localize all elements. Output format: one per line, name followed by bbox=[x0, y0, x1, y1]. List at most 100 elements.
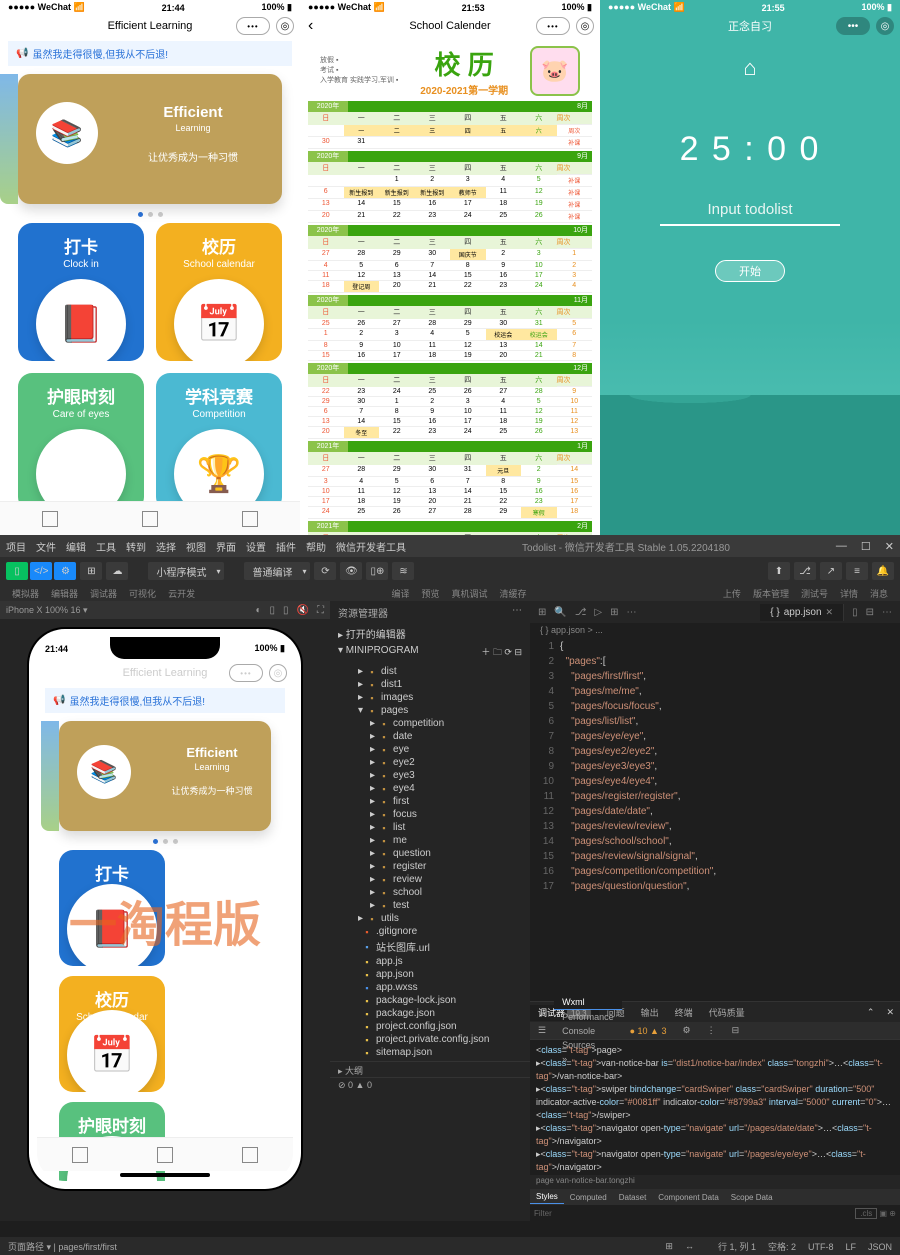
close-icon[interactable]: ✕ bbox=[826, 607, 834, 618]
tree-node[interactable]: ▪app.js bbox=[330, 955, 530, 968]
tree-node[interactable]: ▸▪dist bbox=[330, 665, 530, 678]
open-editors[interactable]: ▸ 打开的编辑器 bbox=[330, 624, 530, 643]
tab-icon[interactable] bbox=[242, 511, 258, 527]
tree-node[interactable]: ▸▪focus bbox=[330, 808, 530, 821]
menu-item[interactable]: 插件 bbox=[276, 543, 296, 554]
filter-input[interactable]: Filter bbox=[534, 1209, 552, 1218]
tree-node[interactable]: ▪站长图库.url bbox=[330, 938, 530, 955]
tree-node[interactable]: ▪project.config.json bbox=[330, 1020, 530, 1033]
simulator-phone[interactable]: 21:44100% ▮ Efficient Learning •••◎ 📢虽然我… bbox=[29, 629, 301, 1189]
toolbar: ▯ </> ⚙ ⊞ ☁ 小程序模式 普通编译 ⟳ 👁 ▯⊕ ≋ ⬆ ⎇ ↗ ≡ … bbox=[0, 557, 900, 585]
calendar-body[interactable]: 2020年8月日一二三四五六周次一二三四五六周次3031补课2020年9月日一二… bbox=[300, 101, 600, 545]
close-button[interactable]: ◎ bbox=[876, 17, 894, 35]
clear-cache-button[interactable]: ≋ bbox=[392, 562, 414, 580]
tree-node[interactable]: ▪package-lock.json bbox=[330, 994, 530, 1007]
cloud-button[interactable]: ☁ bbox=[106, 562, 128, 580]
maximize-button[interactable]: ☐ bbox=[861, 540, 871, 553]
problems[interactable]: ⊘ 0 ▲ 0 bbox=[330, 1077, 530, 1093]
tree-node[interactable]: ▸▪eye2 bbox=[330, 756, 530, 769]
editor-tab[interactable]: { } app.json ✕ bbox=[760, 604, 844, 621]
hero-card[interactable]: 📚 Efficient Learning 让优秀成为一种习惯 bbox=[18, 74, 282, 204]
notice-bar: 📢 虽然我走得很慢,但我从不后退! bbox=[8, 41, 292, 66]
tree-node[interactable]: ▸▪list bbox=[330, 821, 530, 834]
tile-competition[interactable]: 学科竞赛Competition🏆 bbox=[156, 373, 282, 511]
tree-node[interactable]: ▸▪question bbox=[330, 847, 530, 860]
device-phone-button[interactable]: ▯ bbox=[6, 562, 28, 580]
tree-node[interactable]: ▸▪review bbox=[330, 873, 530, 886]
tree-node[interactable]: ▾▪pages bbox=[330, 704, 530, 717]
menu-item[interactable]: 选择 bbox=[156, 543, 176, 554]
tree-node[interactable]: ▸▪school bbox=[330, 886, 530, 899]
back-icon[interactable]: ‹ bbox=[308, 17, 313, 35]
code-editor[interactable]: 1234567891011121314151617 { "pages":[ "p… bbox=[530, 637, 900, 1001]
menu-item[interactable]: 项目 bbox=[6, 543, 26, 554]
tree-node[interactable]: ▪sitemap.json bbox=[330, 1046, 530, 1059]
mode-select[interactable]: 小程序模式 bbox=[148, 562, 224, 580]
menu-button[interactable]: ••• bbox=[536, 17, 570, 35]
tree-node[interactable]: ▪.gitignore bbox=[330, 925, 530, 938]
start-button[interactable]: 开始 bbox=[715, 260, 785, 282]
tree-node[interactable]: ▸▪eye bbox=[330, 743, 530, 756]
code-button[interactable]: </> bbox=[30, 562, 52, 580]
tree-node[interactable]: ▸▪first bbox=[330, 795, 530, 808]
home-icon[interactable]: ⌂ bbox=[743, 55, 756, 81]
tree-node[interactable]: ▸▪date bbox=[330, 730, 530, 743]
upload-button[interactable]: ⬆ bbox=[768, 562, 790, 580]
tile-school-calendar[interactable]: 校历School calendar📅 bbox=[59, 976, 165, 1092]
real-device-button[interactable]: ▯⊕ bbox=[366, 562, 388, 580]
tree-node[interactable]: ▸▪register bbox=[330, 860, 530, 873]
tile-school-calendar[interactable]: 校历School calendar📅 bbox=[156, 223, 282, 361]
menu-button[interactable]: ••• bbox=[836, 17, 870, 35]
tile-clock-in[interactable]: 打卡Clock in📕 bbox=[18, 223, 144, 361]
close-button[interactable]: ◎ bbox=[576, 17, 594, 35]
tree-node[interactable]: ▸▪competition bbox=[330, 717, 530, 730]
menu-item[interactable]: 微信开发者工具 bbox=[336, 543, 406, 554]
messages-button[interactable]: 🔔 bbox=[872, 562, 894, 580]
tree-node[interactable]: ▸▪test bbox=[330, 899, 530, 912]
tree-node[interactable]: ▪app.wxss bbox=[330, 981, 530, 994]
refresh-button[interactable]: ⟳ bbox=[314, 562, 336, 580]
tree-node[interactable]: ▸▪utils bbox=[330, 912, 530, 925]
wxml-inspector[interactable]: <class="t-tag">page>▸<class="t-tag">van-… bbox=[530, 1040, 900, 1175]
tree-node[interactable]: ▸▪eye4 bbox=[330, 782, 530, 795]
todolist-input[interactable]: Input todolist bbox=[660, 195, 840, 226]
outline[interactable]: ▸ 大纲 bbox=[330, 1061, 530, 1077]
tree-node[interactable]: ▸▪eye3 bbox=[330, 769, 530, 782]
tile-care-of-eyes[interactable]: 护眼时刻Care of eyes👁 bbox=[18, 373, 144, 511]
element-crumb[interactable]: page van-notice-bar.tongzhi bbox=[530, 1175, 900, 1189]
statusbar: 页面路径 ▾ | pages/first/first ⊞↔ 行 1, 列 1空格… bbox=[0, 1237, 900, 1255]
tree-node[interactable]: ▸▪images bbox=[330, 691, 530, 704]
menu-item[interactable]: 界面 bbox=[216, 543, 236, 554]
layout-button[interactable]: ⊞ bbox=[80, 562, 102, 580]
details-button[interactable]: ≡ bbox=[846, 562, 868, 580]
debug-button[interactable]: ⚙ bbox=[54, 562, 76, 580]
minimize-button[interactable]: — bbox=[836, 540, 847, 553]
menu-item[interactable]: 设置 bbox=[246, 543, 266, 554]
tab-icon[interactable] bbox=[142, 511, 158, 527]
menu-item[interactable]: 编辑 bbox=[66, 543, 86, 554]
menu-item[interactable]: 视图 bbox=[186, 543, 206, 554]
tree-node[interactable]: ▪app.json bbox=[330, 968, 530, 981]
tile-clock-in[interactable]: 打卡Clock in📕 bbox=[59, 850, 165, 966]
menu-button[interactable]: ••• bbox=[236, 17, 270, 35]
breadcrumb[interactable]: { } app.json > ... bbox=[530, 623, 900, 637]
close-button[interactable]: ◎ bbox=[276, 17, 294, 35]
close-button[interactable]: ✕ bbox=[885, 540, 894, 553]
test-button[interactable]: ↗ bbox=[820, 562, 842, 580]
tab-icon[interactable] bbox=[42, 511, 58, 527]
compile-select[interactable]: 普通编译 bbox=[244, 562, 310, 580]
project-root[interactable]: ▾ MINIPROGRAM ＋ 🗀 ⟳ ⊟ bbox=[330, 643, 530, 663]
page-title: 正念自习 bbox=[728, 18, 772, 34]
menu-item[interactable]: 文件 bbox=[36, 543, 56, 554]
version-button[interactable]: ⎇ bbox=[794, 562, 816, 580]
menu-item[interactable]: 帮助 bbox=[306, 543, 326, 554]
warning-badge[interactable]: ● 10 ▲ 3 bbox=[622, 1024, 675, 1038]
menu-item[interactable]: 转到 bbox=[126, 543, 146, 554]
device-select[interactable]: iPhone X 100% 16 ▾ bbox=[6, 605, 88, 616]
tree-node[interactable]: ▸▪dist1 bbox=[330, 678, 530, 691]
tree-node[interactable]: ▪package.json bbox=[330, 1007, 530, 1020]
menu-item[interactable]: 工具 bbox=[96, 543, 116, 554]
preview-button[interactable]: 👁 bbox=[340, 562, 362, 580]
tree-node[interactable]: ▪project.private.config.json bbox=[330, 1033, 530, 1046]
tree-node[interactable]: ▸▪me bbox=[330, 834, 530, 847]
